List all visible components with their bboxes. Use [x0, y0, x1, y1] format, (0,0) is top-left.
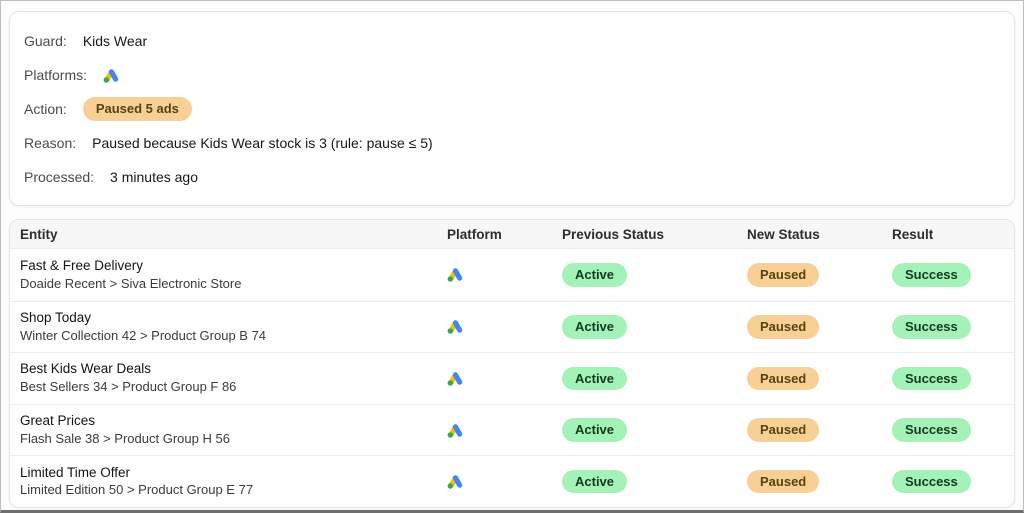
previous-status-cell: Active — [562, 302, 747, 353]
entity-cell: Fast & Free Delivery Doaide Recent > Siv… — [10, 249, 447, 301]
guard-summary-card: Guard: Kids Wear Platforms: Action: Paus… — [9, 11, 1015, 206]
previous-status-badge: Active — [562, 263, 628, 287]
table-row: Best Kids Wear Deals Best Sellers 34 > P… — [10, 352, 1014, 404]
result-badge: Success — [892, 315, 971, 339]
reason-label: Reason: — [24, 135, 77, 151]
field-guard: Guard: Kids Wear — [24, 29, 1000, 53]
entity-title: Best Kids Wear Deals — [20, 361, 152, 377]
entity-path: Best Sellers 34 > Product Group F 86 — [20, 379, 237, 395]
entity-path: Doaide Recent > Siva Electronic Store — [20, 275, 242, 291]
platform-cell — [447, 302, 562, 353]
entity-cell: Limited Time Offer Limited Edition 50 > … — [10, 456, 447, 507]
new-status-cell: Paused — [747, 353, 892, 404]
result-badge: Success — [892, 366, 971, 391]
previous-status-cell: Active — [562, 405, 747, 456]
result-cell: Success — [892, 249, 1014, 301]
reason-value: Paused because Kids Wear stock is 3 (rul… — [92, 135, 433, 151]
guard-value: Kids Wear — [82, 33, 148, 49]
new-status-cell: Paused — [747, 456, 892, 507]
new-status-cell: Paused — [747, 405, 892, 456]
entity-path: Winter Collection 42 > Product Group B 7… — [20, 327, 267, 343]
previous-status-cell: Active — [562, 249, 747, 301]
result-cell: Success — [892, 353, 1014, 404]
field-processed: Processed: 3 minutes ago — [24, 165, 1000, 189]
previous-status-badge: Active — [562, 418, 628, 442]
table-header: Entity Platform Previous Status New Stat… — [10, 220, 1014, 249]
new-status-badge: Paused — [747, 366, 820, 391]
google-ads-icon — [103, 68, 120, 83]
column-header-entity: Entity — [20, 226, 58, 242]
platforms-label: Platforms: — [24, 67, 88, 83]
entity-cell: Great Prices Flash Sale 38 > Product Gro… — [10, 405, 447, 456]
field-platforms: Platforms: — [24, 63, 1000, 87]
entity-path: Limited Edition 50 > Product Group E 77 — [20, 482, 254, 498]
entity-title: Fast & Free Delivery — [20, 257, 144, 273]
table-row: Limited Time Offer Limited Edition 50 > … — [10, 455, 1014, 507]
new-status-badge: Paused — [747, 315, 820, 339]
processed-value: 3 minutes ago — [110, 169, 198, 185]
previous-status-badge: Active — [562, 469, 628, 494]
guard-label: Guard: — [24, 33, 67, 49]
column-header-result: Result — [892, 226, 934, 242]
google-ads-icon — [447, 474, 464, 489]
screen: Guard: Kids Wear Platforms: Action: Paus… — [0, 0, 1024, 513]
entity-title: Limited Time Offer — [20, 464, 131, 480]
column-header-previous-status: Previous Status — [562, 226, 665, 242]
action-badge: Paused 5 ads — [82, 97, 192, 121]
platform-cell — [447, 456, 562, 507]
entity-path: Flash Sale 38 > Product Group H 56 — [20, 430, 230, 446]
google-ads-icon — [447, 319, 464, 335]
field-action: Action: Paused 5 ads — [24, 97, 1000, 121]
previous-status-cell: Active — [562, 456, 747, 507]
column-header-new-status: New Status — [747, 226, 820, 242]
new-status-badge: Paused — [747, 418, 820, 442]
result-badge: Success — [892, 418, 971, 442]
action-label: Action: — [24, 101, 67, 117]
platform-cell — [447, 249, 562, 301]
entity-cell: Shop Today Winter Collection 42 > Produc… — [10, 302, 447, 353]
results-table: Entity Platform Previous Status New Stat… — [9, 219, 1015, 508]
google-ads-icon — [447, 371, 464, 386]
google-ads-icon — [447, 267, 464, 283]
field-reason: Reason: Paused because Kids Wear stock i… — [24, 131, 1000, 155]
entity-title: Great Prices — [20, 413, 96, 428]
platform-cell — [447, 405, 562, 456]
entity-cell: Best Kids Wear Deals Best Sellers 34 > P… — [10, 353, 447, 404]
new-status-cell: Paused — [747, 302, 892, 353]
column-header-platform: Platform — [447, 226, 502, 242]
new-status-badge: Paused — [747, 469, 820, 494]
result-cell: Success — [892, 405, 1014, 456]
result-badge: Success — [892, 469, 971, 494]
table-row: Shop Today Winter Collection 42 > Produc… — [10, 300, 1014, 353]
google-ads-icon — [447, 423, 464, 438]
previous-status-cell: Active — [562, 353, 747, 404]
result-badge: Success — [892, 263, 971, 287]
new-status-badge: Paused — [747, 263, 820, 287]
table-row: Fast & Free Delivery Doaide Recent > Siv… — [10, 249, 1014, 301]
processed-label: Processed: — [24, 169, 95, 185]
platform-cell — [447, 353, 562, 404]
new-status-cell: Paused — [747, 249, 892, 301]
previous-status-badge: Active — [562, 366, 628, 391]
previous-status-badge: Active — [562, 315, 628, 339]
entity-title: Shop Today — [20, 309, 92, 325]
table-row: Great Prices Flash Sale 38 > Product Gro… — [10, 403, 1014, 456]
result-cell: Success — [892, 456, 1014, 507]
result-cell: Success — [892, 302, 1014, 353]
